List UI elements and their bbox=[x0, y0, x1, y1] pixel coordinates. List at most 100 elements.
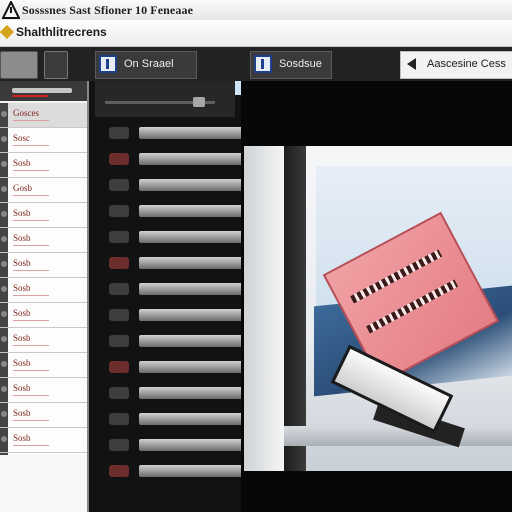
file-browser-panel: Gosces Sosc Sosb Gosb Sosb Sosb Sosb Sosb Sosb So… bbox=[0, 81, 89, 512]
photo-wall bbox=[244, 146, 284, 471]
preview-photo bbox=[244, 146, 512, 471]
row-separator bbox=[13, 420, 49, 421]
header-bar bbox=[12, 88, 72, 93]
header-accent bbox=[12, 95, 48, 97]
panel-square-button[interactable] bbox=[44, 51, 68, 79]
row-separator bbox=[13, 370, 49, 371]
list-item[interactable]: Sosb bbox=[0, 328, 87, 353]
file-list: Gosces Sosc Sosb Gosb Sosb Sosb Sosb Sosb Sosb So… bbox=[0, 103, 87, 478]
row-separator bbox=[13, 295, 49, 296]
thumbnail-strip bbox=[89, 81, 261, 512]
document-icon bbox=[254, 55, 272, 73]
thumbnail-marker[interactable] bbox=[109, 361, 129, 373]
row-separator bbox=[13, 395, 49, 396]
file-label: Gosces bbox=[13, 108, 39, 118]
list-item[interactable]: Sosb bbox=[0, 253, 87, 278]
row-dot-icon bbox=[1, 111, 7, 117]
warning-triangle-icon bbox=[2, 1, 20, 19]
tab-label: On Sraael bbox=[124, 58, 174, 70]
row-dot-icon bbox=[1, 436, 7, 442]
file-label: Sosb bbox=[13, 333, 31, 343]
file-label: Sosb bbox=[13, 408, 31, 418]
zoom-slider-knob[interactable] bbox=[193, 97, 205, 107]
file-label: Sosb bbox=[13, 383, 31, 393]
row-dot-icon bbox=[1, 186, 7, 192]
row-dot-icon bbox=[1, 386, 7, 392]
list-item[interactable]: Sosb bbox=[0, 403, 87, 428]
row-separator bbox=[13, 195, 49, 196]
file-label: Sosb bbox=[13, 308, 31, 318]
row-dot-icon bbox=[1, 336, 7, 342]
tab-first[interactable]: On Sraael bbox=[95, 51, 197, 79]
window-title: Sosssnes Sast Sfioner 10 Feneaae bbox=[22, 3, 193, 17]
document-icon bbox=[99, 55, 117, 73]
row-dot-icon bbox=[1, 261, 7, 267]
list-item[interactable]: Sosb bbox=[0, 303, 87, 328]
list-item[interactable]: Sosb bbox=[0, 278, 87, 303]
tab-label: Sosdsue bbox=[279, 58, 322, 70]
file-label: Sosb bbox=[13, 158, 31, 168]
list-item[interactable]: Sosb bbox=[0, 153, 87, 178]
thumbnail-marker[interactable] bbox=[109, 335, 129, 347]
panel-toggle-button[interactable] bbox=[0, 51, 38, 79]
file-label: Sosb bbox=[13, 433, 31, 443]
list-item[interactable]: Sosb bbox=[0, 353, 87, 378]
row-dot-icon bbox=[1, 236, 7, 242]
list-item[interactable]: Sosb bbox=[0, 378, 87, 403]
list-item[interactable]: Sosc bbox=[0, 128, 87, 153]
thumbnail-marker[interactable] bbox=[109, 205, 129, 217]
row-dot-icon bbox=[1, 311, 7, 317]
thumbnail-marker[interactable] bbox=[109, 231, 129, 243]
file-label: Sosb bbox=[13, 258, 31, 268]
row-dot-icon bbox=[1, 211, 7, 217]
row-separator bbox=[13, 170, 49, 171]
thumbnail-marker[interactable] bbox=[109, 127, 129, 139]
row-dot-icon bbox=[1, 136, 7, 142]
row-separator bbox=[13, 270, 49, 271]
toolbar-title: Shalthlitrecrens bbox=[16, 25, 107, 39]
file-label: Sosb bbox=[13, 208, 31, 218]
row-separator bbox=[13, 345, 49, 346]
row-separator bbox=[13, 245, 49, 246]
list-item[interactable]: Gosb bbox=[0, 178, 87, 203]
row-dot-icon bbox=[1, 361, 7, 367]
file-browser-footer bbox=[0, 455, 87, 512]
file-browser-header bbox=[0, 81, 87, 101]
row-separator bbox=[13, 320, 49, 321]
tab-second[interactable]: Sosdsue bbox=[250, 51, 332, 79]
thumbnail-marker[interactable] bbox=[109, 179, 129, 191]
tab-label: Aascesine Cess bbox=[427, 58, 506, 70]
row-separator bbox=[13, 445, 49, 446]
thumbnail-marker[interactable] bbox=[109, 413, 129, 425]
photo-shelf bbox=[284, 426, 512, 446]
row-dot-icon bbox=[1, 411, 7, 417]
thumbnail-marker[interactable] bbox=[109, 439, 129, 451]
file-label: Sosc bbox=[13, 133, 31, 143]
row-dot-icon bbox=[1, 161, 7, 167]
diamond-icon[interactable] bbox=[0, 24, 15, 40]
thumbnail-marker[interactable] bbox=[109, 257, 129, 269]
zoom-control bbox=[95, 81, 243, 117]
row-dot-icon bbox=[1, 286, 7, 292]
tab-third[interactable]: Aascesine Cess bbox=[400, 51, 512, 79]
list-item[interactable]: Sosb bbox=[0, 228, 87, 253]
thumbnail-marker[interactable] bbox=[109, 309, 129, 321]
list-item[interactable]: Gosces bbox=[0, 103, 87, 128]
row-separator bbox=[13, 120, 49, 121]
file-label: Sosb bbox=[13, 233, 31, 243]
row-separator bbox=[13, 220, 49, 221]
row-separator bbox=[13, 145, 49, 146]
thumbnail-marker[interactable] bbox=[109, 283, 129, 295]
speaker-icon bbox=[407, 58, 416, 70]
file-label: Sosb bbox=[13, 283, 31, 293]
list-item[interactable]: Sosb bbox=[0, 428, 87, 453]
tab-strip: On Sraael Sosdsue Aascesine Cess bbox=[0, 47, 512, 81]
thumbnail-marker[interactable] bbox=[109, 387, 129, 399]
image-preview bbox=[241, 81, 512, 512]
title-bar: Sosssnes Sast Sfioner 10 Feneaae bbox=[0, 0, 512, 21]
thumbnail-marker[interactable] bbox=[109, 465, 129, 477]
thumbnail-marker[interactable] bbox=[109, 153, 129, 165]
photo-pillar bbox=[284, 146, 306, 471]
file-label: Sosb bbox=[13, 358, 31, 368]
list-item[interactable]: Sosb bbox=[0, 203, 87, 228]
